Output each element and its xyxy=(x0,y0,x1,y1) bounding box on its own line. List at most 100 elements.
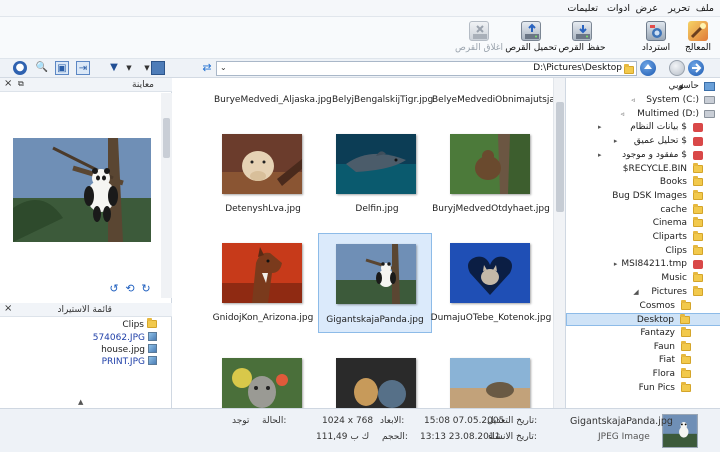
import-item[interactable]: house.jpg xyxy=(101,344,157,355)
expander-icon[interactable]: ▸ xyxy=(614,260,618,268)
tree-item[interactable]: $RECYCLE.BIN xyxy=(566,162,720,176)
expander-icon[interactable]: ◢ xyxy=(633,288,638,296)
thumbnail-item[interactable] xyxy=(320,350,434,408)
import-item[interactable]: PRINT.JPG xyxy=(102,356,157,367)
import-item[interactable]: Clips xyxy=(122,318,157,330)
expander-icon[interactable]: ◃ xyxy=(631,96,635,104)
folder-icon xyxy=(693,272,703,283)
special-folder-icon xyxy=(693,260,703,270)
save-disk-button[interactable]: حفظ القرص xyxy=(558,19,606,57)
thumbnail-item-selected[interactable]: GigantskajaPanda.jpg xyxy=(318,233,432,333)
menu-bar: ملف تحرير عرض ادوات تعليمات xyxy=(0,0,720,17)
thumbnail-item[interactable]: DetenyshLva.jpg xyxy=(206,126,320,222)
export-icon[interactable]: ⇥ xyxy=(76,61,90,75)
search-icon[interactable]: 🔍 xyxy=(35,61,49,75)
tree-item[interactable]: Multimed (D:) ◃ xyxy=(566,108,720,121)
close-disk-icon xyxy=(469,21,489,41)
thumbnail-image xyxy=(336,134,416,194)
view-mode-icon[interactable] xyxy=(151,61,165,75)
thumbnail-item[interactable] xyxy=(434,350,548,408)
thumbnail-item[interactable]: DumajuOTebe_Kotenok.jpg xyxy=(431,235,551,331)
address-dropdown-icon[interactable]: ⌄ xyxy=(220,63,227,72)
thumbnail-caption[interactable]: BelyjBengalskijTigr.jpg xyxy=(332,95,433,105)
tree-item[interactable]: Fiat xyxy=(566,354,720,367)
tree-item[interactable]: Cinema xyxy=(566,217,720,230)
expander-icon[interactable]: ▸ xyxy=(598,151,602,159)
filter-dropdown-icon[interactable]: ▼ xyxy=(122,61,136,75)
save-icon[interactable]: ▣ xyxy=(55,61,69,75)
thumbnail-item[interactable]: BuryjMedvedOtdyhaet.jpg xyxy=(432,126,550,222)
forward-button[interactable] xyxy=(669,60,685,76)
preview-scrollbar[interactable] xyxy=(161,93,172,298)
tree-item[interactable]: Flora xyxy=(566,368,720,381)
tree-item[interactable]: Fantazy xyxy=(566,326,720,340)
tree-item[interactable]: تحليل عميق $ ▸ xyxy=(566,135,720,148)
load-disk-button[interactable]: تحميل القرص xyxy=(504,19,558,57)
thumbnail-item[interactable]: GnidojKon_Arizona.jpg xyxy=(206,235,320,331)
tree-item[interactable]: Books xyxy=(566,176,720,189)
folder-icon xyxy=(681,340,691,351)
import-item[interactable]: 574062.JPG xyxy=(93,332,157,343)
tree-item[interactable]: Cosmos xyxy=(566,299,720,313)
folder-icon xyxy=(693,244,703,255)
refresh-icon[interactable]: ⇄ xyxy=(200,61,214,75)
globe-icon[interactable]: ● xyxy=(13,61,27,75)
tree-item[interactable]: Faun xyxy=(566,340,720,354)
state-value: توجد xyxy=(232,416,250,426)
image-file-icon xyxy=(148,332,157,341)
size-value: 111,49 ك ب xyxy=(316,432,370,442)
tree-item[interactable]: مفقود و موجود $ ▸ xyxy=(566,149,720,162)
thumbnail-item[interactable]: Delfin.jpg xyxy=(320,126,434,222)
tree-item[interactable]: Pictures ◢ xyxy=(566,285,720,299)
tree-item[interactable]: Bug DSK Images xyxy=(566,189,720,203)
flip-icon[interactable]: ⟲ xyxy=(124,283,136,295)
menu-view[interactable]: عرض xyxy=(636,3,658,14)
restore-button[interactable]: استرداد xyxy=(636,19,676,57)
tree-item[interactable]: Clips xyxy=(566,244,720,258)
up-button[interactable] xyxy=(640,60,656,76)
rotate-right-icon[interactable]: ↻ xyxy=(140,283,152,295)
pin-icon[interactable]: ⧉ xyxy=(18,79,24,89)
expander-icon[interactable]: ▸ xyxy=(614,137,618,145)
tree-item[interactable]: Music xyxy=(566,272,720,285)
back-button[interactable] xyxy=(688,60,704,76)
thumbnail-caption[interactable]: BuryeMedvedi_Aljaska.jpg xyxy=(214,95,332,105)
menu-help[interactable]: تعليمات xyxy=(567,3,598,14)
tree-item[interactable]: بيانات النظام $ ▸ xyxy=(566,121,720,134)
folder-icon xyxy=(681,381,691,392)
address-input[interactable]: ⌄ D:\Pictures\Desktop xyxy=(216,61,637,76)
folder-icon xyxy=(693,162,703,173)
thumbnail-item[interactable] xyxy=(206,350,320,408)
menu-tools[interactable]: ادوات xyxy=(607,3,630,14)
close-icon[interactable]: × xyxy=(4,78,12,89)
status-filetype: JPEG Image xyxy=(598,432,650,442)
dimensions-value: 1024 x 768 xyxy=(322,416,374,426)
filter-icon[interactable]: ▼ xyxy=(107,61,121,75)
collapse-icon[interactable]: ▲ xyxy=(78,398,83,406)
rotate-left-icon[interactable]: ↺ xyxy=(108,283,120,295)
address-row: ● 🔍 ▣ ⇥ ▼ ▼ ▼ ⇄ ⌄ D:\Pictures\Desktop xyxy=(0,59,720,78)
drive-icon xyxy=(704,109,715,118)
tree-root[interactable]: ◢ حاسوبي xyxy=(566,80,720,93)
tree-item[interactable]: System (C:) ◃ xyxy=(566,94,720,107)
expander-icon[interactable]: ▸ xyxy=(598,123,602,131)
special-folder-icon xyxy=(693,123,703,133)
close-icon[interactable]: × xyxy=(4,303,12,314)
folder-icon xyxy=(681,299,691,310)
tree-item[interactable]: MSI84211.tmp ▸ xyxy=(566,258,720,271)
expander-icon[interactable]: ◃ xyxy=(621,110,625,118)
close-disk-button[interactable]: اغلاق القرص xyxy=(454,19,504,57)
camera-icon xyxy=(646,21,666,41)
menu-file[interactable]: ملف xyxy=(696,3,714,14)
thumbnail-image xyxy=(222,358,302,408)
menu-edit[interactable]: تحرير xyxy=(668,3,690,14)
tree-item[interactable]: Fun Pics xyxy=(566,381,720,395)
created-value: 13:13 23.08.2011 xyxy=(420,432,501,442)
tree-item[interactable]: Cliparts xyxy=(566,231,720,244)
tree-item[interactable]: cache xyxy=(566,203,720,217)
thumbnail-scrollbar[interactable] xyxy=(553,78,565,408)
tree-item[interactable]: Desktop xyxy=(566,313,720,327)
wizard-button[interactable]: المعالج xyxy=(678,19,718,57)
special-folder-icon xyxy=(693,150,703,160)
thumbnail-caption[interactable]: BelyeMedvediObnimajutsja.jpg xyxy=(432,95,565,105)
